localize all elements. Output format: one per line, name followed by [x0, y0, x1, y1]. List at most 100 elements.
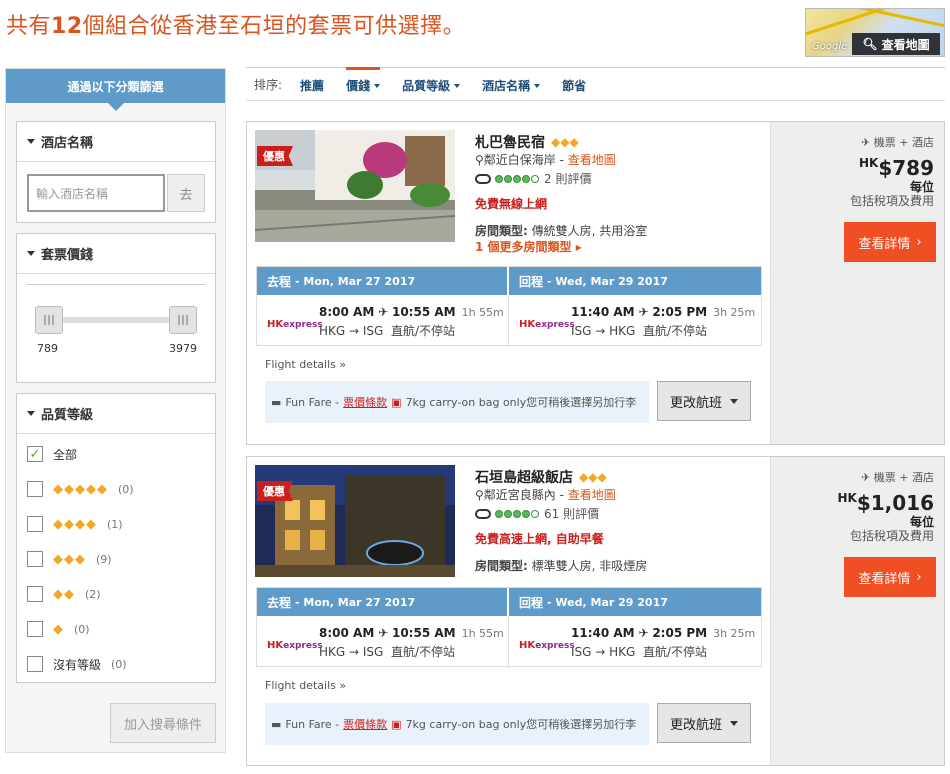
hotel-search-go-button[interactable]: 去 — [167, 174, 205, 212]
sort-hotel-name[interactable]: 酒店名稱 — [482, 67, 541, 101]
package-type: ✈ 機票 + 酒店 — [861, 136, 934, 149]
chevron-right-icon: › — [916, 234, 922, 250]
view-map-link[interactable]: 查看地圖 — [568, 153, 616, 167]
price-slider-max-handle[interactable] — [169, 306, 197, 334]
flight-panel: 去程 - Mon, Mar 27 2017 回程 - Wed, Mar 29 201… — [256, 266, 762, 347]
tripadvisor-owl-icon — [475, 508, 491, 519]
view-map-button[interactable]: 🔍︎ 查看地圖 — [852, 33, 940, 55]
room-type: 房間類型: 傳統雙人房, 共用浴室 — [475, 224, 648, 238]
checkbox[interactable] — [27, 481, 43, 497]
review-rating[interactable]: 61 則評價 — [475, 505, 599, 522]
checkbox[interactable] — [27, 516, 43, 532]
inbound-header: 回程 - Wed, Mar 29 2017 — [509, 267, 761, 295]
rating-filter: 品質等級 ✓ 全部 ◆◆◆◆◆ (0) ◆◆◆◆ (1) ◆◆◆ (9) ◆◆ (2) ◆… — [16, 393, 216, 683]
checkbox[interactable] — [27, 621, 43, 637]
plane-icon: ✈ — [861, 471, 871, 484]
hk-express-logo: HKexpress — [267, 640, 323, 651]
price-filter: 套票價錢 789 3979 — [16, 233, 216, 383]
price-panel: ✈ 機票 + 酒店 HK$1,016 每位 包括稅項及費用 查看詳情 › — [770, 457, 944, 765]
price-panel: ✈ 機票 + 酒店 HK$789 每位 包括稅項及費用 查看詳情 › — [770, 122, 944, 444]
sort-recommended[interactable]: 推薦 — [300, 67, 324, 101]
review-rating[interactable]: 2 則評價 — [475, 170, 591, 187]
map-pin-icon: ⚲ — [475, 488, 484, 502]
hotel-name[interactable]: 石垣島超級飯店 ◆◆◆ — [475, 467, 607, 487]
diamond-icon: ◆◆◆◆◆ — [53, 481, 108, 497]
ticket-icon: ▬ — [271, 717, 282, 731]
price-title[interactable]: 套票價錢 — [17, 234, 215, 274]
rating-option-3[interactable]: ◆◆◆ (9) — [27, 549, 112, 569]
rating-option-4[interactable]: ◆◆◆◆ (1) — [27, 514, 123, 534]
sort-savings[interactable]: 節省 — [562, 67, 586, 101]
result-count: 12 — [51, 14, 83, 39]
hotel-perk: 免費高速上網, 自助早餐 — [475, 532, 604, 546]
price-slider-track[interactable] — [47, 317, 182, 323]
room-type: 房間類型: 標準雙人房, 非吸煙房 — [475, 559, 648, 573]
map-pin-icon: ⚲ — [475, 153, 484, 167]
ticket-icon: ▬ — [271, 395, 282, 409]
chevron-down-icon — [27, 139, 35, 144]
chevron-right-icon: › — [916, 569, 922, 585]
inbound-flight: HKexpress 11:40 AM ✈ 2:05 PM 3h 25m ISG →… — [519, 626, 756, 659]
view-details-button[interactable]: 查看詳情 › — [844, 222, 936, 262]
view-map-link[interactable]: 查看地圖 — [568, 488, 616, 502]
price-slider-min-handle[interactable] — [35, 306, 63, 334]
inbound-flight: HKexpress 11:40 AM ✈ 2:05 PM 3h 25m ISG →… — [519, 305, 756, 338]
no-bag-icon: ▣ — [391, 395, 402, 409]
fare-terms-link[interactable]: 票價條款 — [343, 394, 387, 410]
fare-info: ▬ Fun Fare - 票價條款 ▣ 7kg carry-on bag only您可稍… — [265, 381, 649, 423]
hotel-name-title[interactable]: 酒店名稱 — [17, 122, 215, 162]
outbound-flight: HKexpress 8:00 AM ✈ 10:55 AM 1h 55m HKG →… — [257, 295, 509, 347]
plane-icon: ✈ — [378, 305, 389, 319]
tripadvisor-owl-icon — [475, 173, 491, 184]
rating-option-all[interactable]: ✓ 全部 — [27, 444, 77, 464]
view-map-label: 查看地圖 — [881, 37, 930, 52]
filter-header: 通過以下分類篩選 — [6, 69, 225, 111]
checkbox[interactable] — [27, 586, 43, 602]
rating-option-2[interactable]: ◆◆ (2) — [27, 584, 101, 604]
chevron-down-icon: » — [339, 679, 347, 692]
flight-panel: 去程 - Mon, Mar 27 2017 回程 - Wed, Mar 29 201… — [256, 587, 762, 668]
search-icon: 🔍︎ — [862, 37, 878, 51]
hotel-name-filter: 酒店名稱 輸入酒店名稱 去 — [16, 121, 216, 223]
add-criteria-button[interactable]: 加入搜尋條件 — [110, 703, 216, 743]
flight-details-toggle[interactable]: Flight details » — [265, 358, 346, 371]
diamond-icon: ◆ — [53, 621, 64, 637]
rating-title[interactable]: 品質等級 — [17, 394, 215, 434]
hotel-photo[interactable]: 優惠 — [255, 465, 455, 577]
hotel-perk: 免費無線上網 — [475, 197, 548, 211]
map-thumbnail[interactable]: Google 🔍︎ 查看地圖 — [805, 8, 945, 57]
fare-terms-link[interactable]: 票價條款 — [343, 716, 387, 732]
change-flight-button[interactable]: 更改航班 — [657, 381, 751, 421]
deal-badge: 優惠 — [257, 146, 293, 166]
flight-details-toggle[interactable]: Flight details » — [265, 679, 346, 692]
rating-option-1[interactable]: ◆ (0) — [27, 619, 90, 639]
diamond-icon: ◆◆◆ — [53, 551, 86, 567]
headline-suffix: 個組合從香港至石垣的套票可供選擇。 — [82, 14, 466, 39]
diamond-icon: ◆◆ — [53, 586, 75, 602]
checkbox-checked[interactable]: ✓ — [27, 446, 43, 462]
hotel-name-input[interactable]: 輸入酒店名稱 — [27, 174, 165, 212]
checkbox[interactable] — [27, 656, 43, 672]
view-details-button[interactable]: 查看詳情 › — [844, 557, 936, 597]
package-card: 優惠 石垣島超級飯店 ◆◆◆ ⚲鄰近宮良縣內 - 查看地圖 61 則評價 免費高速… — [246, 456, 945, 766]
filter-sidebar: 通過以下分類篩選 酒店名稱 輸入酒店名稱 去 套票價錢 789 3979 品質等… — [5, 68, 226, 753]
hotel-name[interactable]: 札巴魯民宿 ◆◆◆ — [475, 132, 579, 152]
hk-express-logo: HKexpress — [519, 640, 575, 651]
plane-icon: ✈ — [861, 136, 871, 149]
diamond-rating-icon: ◆◆◆ — [551, 135, 579, 149]
sort-rating[interactable]: 品質等級 — [402, 67, 461, 101]
hotel-photo[interactable]: 優惠 — [255, 130, 455, 242]
rating-option-none[interactable]: 沒有等級 (0) — [27, 654, 127, 674]
chevron-down-icon — [27, 411, 35, 416]
sort-label: 排序: — [254, 77, 283, 92]
more-room-types-link[interactable]: 1 個更多房間類型 ▸ — [475, 238, 582, 255]
inbound-header: 回程 - Wed, Mar 29 2017 — [509, 588, 761, 616]
package-card: 優惠 札巴魯民宿 ◆◆◆ ⚲鄰近白保海岸 - 查看地圖 2 則評價 免費無線上網 … — [246, 121, 945, 445]
price-min-value: 789 — [37, 342, 58, 355]
rating-option-5[interactable]: ◆◆◆◆◆ (0) — [27, 479, 134, 499]
sort-price[interactable]: 價錢 — [346, 67, 381, 101]
sort-bar: 排序: 推薦 價錢 品質等級 酒店名稱 節省 — [246, 67, 945, 101]
change-flight-button[interactable]: 更改航班 — [657, 703, 751, 743]
checkbox[interactable] — [27, 551, 43, 567]
plane-icon: ✈ — [638, 626, 649, 640]
